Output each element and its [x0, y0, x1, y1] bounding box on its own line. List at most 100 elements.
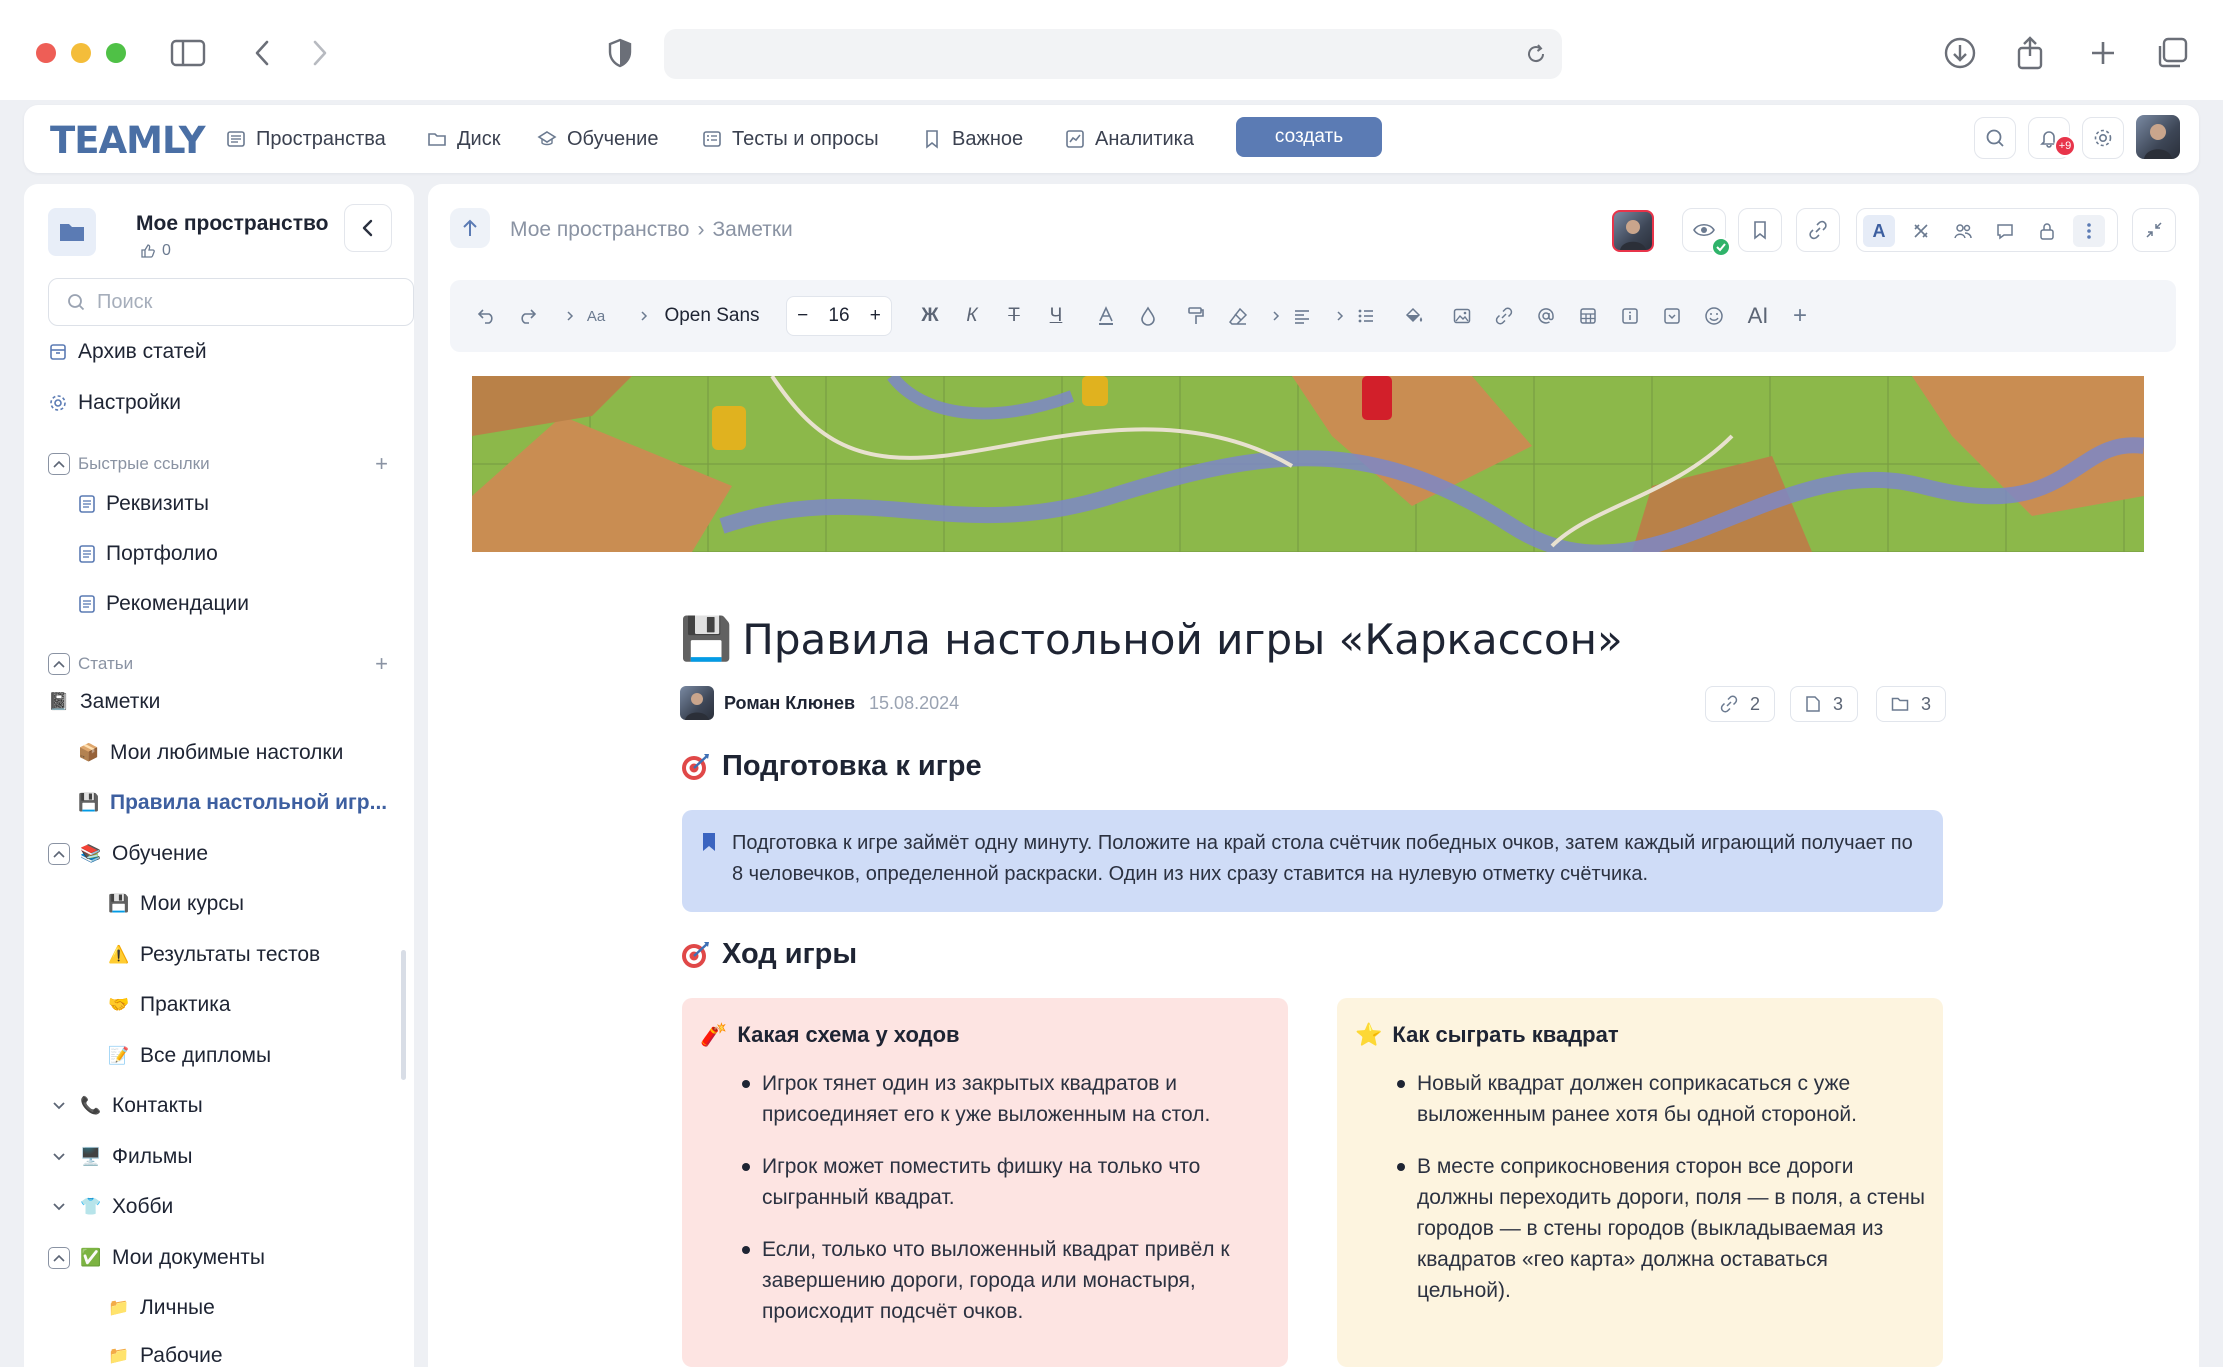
- collapse-tree-icon[interactable]: [48, 843, 70, 865]
- redo-icon[interactable]: [512, 300, 544, 332]
- tree-item-personal[interactable]: 📁 Личные: [108, 1288, 214, 1328]
- nav-analytics[interactable]: Аналитика: [1065, 123, 1194, 155]
- collapse-section-icon[interactable]: [48, 453, 70, 475]
- chevron-down-icon[interactable]: [48, 1146, 70, 1168]
- author-name[interactable]: Роман Клюнев: [724, 693, 855, 714]
- collapse-sidebar-button[interactable]: [344, 204, 392, 252]
- text-style-button[interactable]: Aa: [580, 300, 612, 332]
- shield-icon[interactable]: [600, 33, 640, 73]
- font-size-decrease-button[interactable]: −: [797, 305, 808, 327]
- space-title[interactable]: Мое пространство: [136, 212, 328, 236]
- tree-item-films[interactable]: 🖥️ Фильмы: [48, 1137, 192, 1177]
- download-icon[interactable]: [1940, 33, 1980, 73]
- author-avatar[interactable]: [680, 686, 714, 720]
- users-icon[interactable]: [1947, 215, 1979, 247]
- collapse-section-icon[interactable]: [48, 653, 70, 675]
- space-likes[interactable]: 0: [140, 242, 171, 260]
- sidebar-item-archive[interactable]: Архив статей: [48, 332, 207, 372]
- pages-count-chip[interactable]: 3: [1790, 686, 1859, 722]
- table-icon[interactable]: [1572, 300, 1604, 332]
- address-bar[interactable]: [664, 29, 1562, 79]
- tree-item-game-rules[interactable]: 💾 Правила настольной игр...: [78, 783, 387, 823]
- folders-count-chip[interactable]: 3: [1876, 686, 1947, 722]
- mention-icon[interactable]: [1530, 300, 1562, 332]
- minimize-window-button[interactable]: [71, 43, 91, 63]
- back-icon[interactable]: [242, 33, 282, 73]
- teamly-logo[interactable]: TEAMLY: [50, 119, 206, 162]
- templates-icon[interactable]: [1905, 215, 1937, 247]
- nav-tests[interactable]: Тесты и опросы: [702, 123, 879, 155]
- sidebar-item-requisites[interactable]: Реквизиты: [78, 484, 209, 524]
- add-article-icon[interactable]: +: [375, 651, 388, 677]
- emoji-icon[interactable]: [1698, 300, 1730, 332]
- fullscreen-button[interactable]: [2132, 208, 2176, 252]
- bookmark-button[interactable]: [1738, 208, 1782, 252]
- nav-important[interactable]: Важное: [922, 123, 1023, 155]
- reload-icon[interactable]: [1524, 42, 1548, 66]
- forward-icon[interactable]: [300, 33, 340, 73]
- insert-more-button[interactable]: +: [1784, 300, 1816, 332]
- tree-item-notes[interactable]: 📓 Заметки: [48, 682, 160, 722]
- bullet-list-icon[interactable]: [1350, 300, 1382, 332]
- eraser-icon[interactable]: [1222, 300, 1254, 332]
- italic-button[interactable]: К: [956, 300, 988, 332]
- sidebar-scrollbar[interactable]: [401, 950, 406, 1080]
- text-mode-button[interactable]: A: [1863, 215, 1895, 247]
- align-left-icon[interactable]: [1286, 300, 1318, 332]
- page-title[interactable]: 💾 Правила настольной игры «Каркассон»: [680, 614, 1623, 664]
- settings-button[interactable]: [2082, 117, 2124, 159]
- toggle-block-icon[interactable]: [1656, 300, 1688, 332]
- breadcrumb-space[interactable]: Мое пространство: [510, 218, 689, 242]
- user-avatar[interactable]: [2136, 115, 2180, 159]
- image-icon[interactable]: [1446, 300, 1478, 332]
- sidebar-item-recommendations[interactable]: Рекомендации: [78, 584, 249, 624]
- copy-link-button[interactable]: [1796, 208, 1840, 252]
- tree-item-learning[interactable]: 📚 Обучение: [48, 834, 208, 874]
- font-size-value[interactable]: 16: [828, 305, 849, 327]
- tree-item-favorite-games[interactable]: 📦 Мои любимые настолки: [78, 733, 343, 773]
- format-painter-icon[interactable]: [1180, 300, 1212, 332]
- comment-icon[interactable]: [1989, 215, 2021, 247]
- nav-spaces[interactable]: Пространства: [226, 123, 386, 155]
- link-icon[interactable]: [1488, 300, 1520, 332]
- chevron-right-icon[interactable]: [636, 300, 652, 332]
- bold-button[interactable]: Ж: [914, 300, 946, 332]
- tree-item-my-courses[interactable]: 💾 Мои курсы: [108, 884, 244, 924]
- articles-section[interactable]: Статьи +: [48, 650, 388, 678]
- breadcrumb-notes[interactable]: Заметки: [712, 218, 792, 242]
- go-up-button[interactable]: [450, 208, 490, 248]
- links-count-chip[interactable]: 2: [1705, 686, 1776, 722]
- font-family-select[interactable]: Open Sans: [662, 300, 762, 332]
- share-icon[interactable]: [2010, 33, 2050, 73]
- search-button[interactable]: [1974, 117, 2016, 159]
- collapse-tree-icon[interactable]: [48, 1247, 70, 1269]
- watch-button[interactable]: [1682, 208, 1731, 257]
- add-quick-link-icon[interactable]: +: [375, 451, 388, 477]
- more-options-icon[interactable]: [2073, 215, 2105, 247]
- new-tab-icon[interactable]: [2083, 33, 2123, 73]
- sidebar-item-settings[interactable]: Настройки: [48, 383, 181, 423]
- search-input[interactable]: [97, 290, 387, 314]
- undo-icon[interactable]: [470, 300, 502, 332]
- chevron-down-icon[interactable]: [48, 1196, 70, 1218]
- create-button[interactable]: создать: [1236, 117, 1382, 157]
- quick-links-section[interactable]: Быстрые ссылки +: [48, 450, 388, 478]
- sidebar-toggle-icon[interactable]: [168, 33, 208, 73]
- tree-item-test-results[interactable]: ⚠️ Результаты тестов: [108, 935, 320, 975]
- font-size-increase-button[interactable]: +: [870, 305, 881, 327]
- underline-button[interactable]: Ч: [1040, 300, 1072, 332]
- tree-item-work[interactable]: 📁 Рабочие: [108, 1336, 222, 1367]
- highlight-icon[interactable]: [1132, 300, 1164, 332]
- fill-bucket-icon[interactable]: [1398, 300, 1430, 332]
- maximize-window-button[interactable]: [106, 43, 126, 63]
- sidebar-item-portfolio[interactable]: Портфолио: [78, 534, 218, 574]
- tree-item-hobby[interactable]: 👕 Хобби: [48, 1187, 173, 1227]
- text-color-icon[interactable]: [1090, 300, 1122, 332]
- chevron-right-icon[interactable]: [562, 300, 578, 332]
- chevron-right-icon[interactable]: [1332, 300, 1348, 332]
- ai-assistant-button[interactable]: AI: [1740, 300, 1776, 332]
- tree-item-my-documents[interactable]: ✅ Мои документы: [48, 1238, 265, 1278]
- tree-item-diplomas[interactable]: 📝 Все дипломы: [108, 1036, 271, 1076]
- info-block-icon[interactable]: [1614, 300, 1646, 332]
- collaborator-avatar[interactable]: [1612, 210, 1654, 252]
